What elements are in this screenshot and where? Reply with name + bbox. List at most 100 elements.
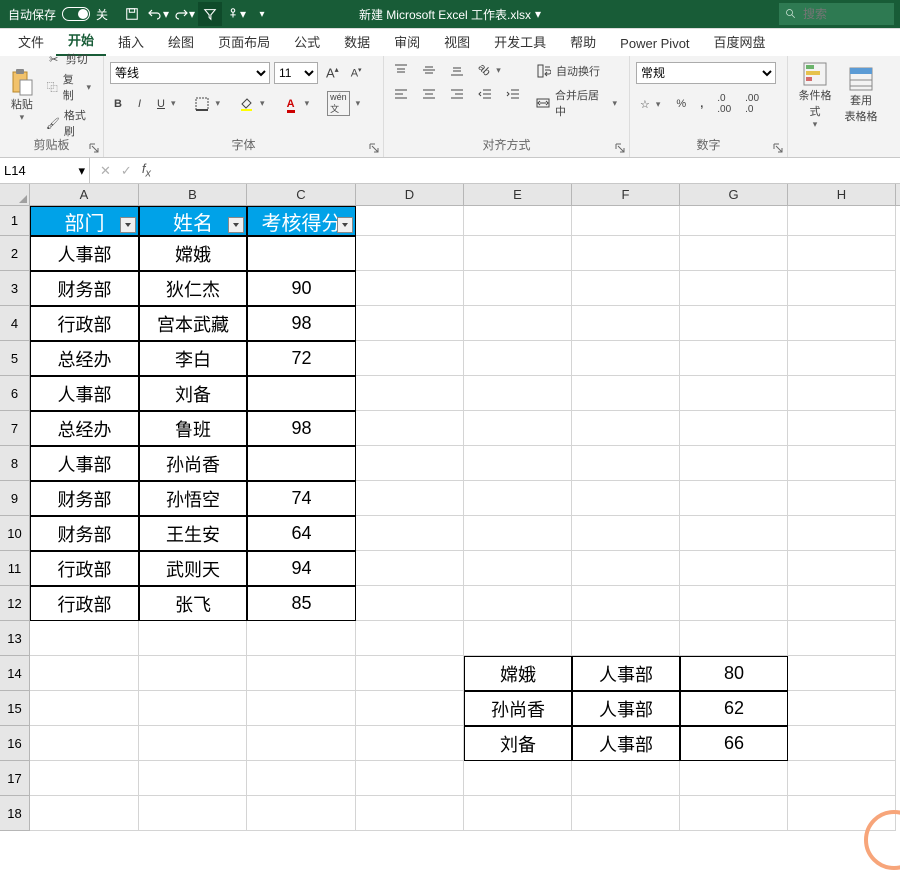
row-header-14[interactable]: 14 [0, 656, 29, 691]
tab-review[interactable]: 审阅 [382, 27, 432, 56]
phonetic-button[interactable]: wén文▾ [323, 90, 366, 117]
cell-B12[interactable]: 张飞 [139, 586, 247, 621]
cell-C13[interactable] [247, 621, 356, 656]
cell-F12[interactable] [572, 586, 680, 621]
cell-E5[interactable] [464, 341, 572, 376]
align-left-button[interactable] [390, 86, 412, 102]
align-middle-button[interactable] [418, 62, 440, 78]
cell-F9[interactable] [572, 481, 680, 516]
tab-data[interactable]: 数据 [332, 27, 382, 56]
cell-D13[interactable] [356, 621, 464, 656]
cell-C4[interactable]: 98 [247, 306, 356, 341]
cell-D8[interactable] [356, 446, 464, 481]
font-launcher[interactable] [367, 141, 381, 155]
cell-G9[interactable] [680, 481, 788, 516]
number-launcher[interactable] [771, 141, 785, 155]
cell-D18[interactable] [356, 796, 464, 831]
cell-B8[interactable]: 孙尚香 [139, 446, 247, 481]
cell-G18[interactable] [680, 796, 788, 831]
cell-F17[interactable] [572, 761, 680, 796]
italic-button[interactable]: I [134, 97, 145, 111]
cell-A5[interactable]: 总经办 [30, 341, 139, 376]
cell-E13[interactable] [464, 621, 572, 656]
cell-B6[interactable]: 刘备 [139, 376, 247, 411]
format-painter-button[interactable]: 🖌格式刷 [42, 106, 97, 140]
qat-customize[interactable]: ▾ [250, 2, 274, 26]
cell-D9[interactable] [356, 481, 464, 516]
cell-H12[interactable] [788, 586, 896, 621]
save-button[interactable] [120, 2, 144, 26]
cell-D1[interactable] [356, 206, 464, 236]
touch-mode-button[interactable]: ▾ [224, 2, 248, 26]
cell-B17[interactable] [139, 761, 247, 796]
cell-E7[interactable] [464, 411, 572, 446]
cell-D16[interactable] [356, 726, 464, 761]
cell-A3[interactable]: 财务部 [30, 271, 139, 306]
cell-F11[interactable] [572, 551, 680, 586]
tab-insert[interactable]: 插入 [106, 27, 156, 56]
row-header-16[interactable]: 16 [0, 726, 29, 761]
row-header-13[interactable]: 13 [0, 621, 29, 656]
cell-D7[interactable] [356, 411, 464, 446]
col-header-F[interactable]: F [572, 184, 680, 205]
search-input[interactable] [803, 7, 873, 21]
fx-button[interactable]: fx [142, 161, 151, 180]
chevron-down-icon[interactable]: ▾ [78, 163, 85, 179]
cell-C8[interactable] [247, 446, 356, 481]
cell-C14[interactable] [247, 656, 356, 691]
filter-dropdown-name[interactable] [228, 217, 244, 233]
cell-A14[interactable] [30, 656, 139, 691]
cell-D2[interactable] [356, 236, 464, 271]
cell-A18[interactable] [30, 796, 139, 831]
row-header-17[interactable]: 17 [0, 761, 29, 796]
row-header-1[interactable]: 1 [0, 206, 29, 236]
cell-A17[interactable] [30, 761, 139, 796]
row-header-6[interactable]: 6 [0, 376, 29, 411]
cell-E1[interactable] [464, 206, 572, 236]
row-header-9[interactable]: 9 [0, 481, 29, 516]
cell-E2[interactable] [464, 236, 572, 271]
cell-A16[interactable] [30, 726, 139, 761]
bold-button[interactable]: B [110, 97, 126, 111]
fill-color-button[interactable]: ▾ [234, 95, 271, 113]
increase-indent-button[interactable] [502, 86, 524, 102]
cell-A8[interactable]: 人事部 [30, 446, 139, 481]
cell-B16[interactable] [139, 726, 247, 761]
cell-B5[interactable]: 李白 [139, 341, 247, 376]
cell-C6[interactable] [247, 376, 356, 411]
cell-C1[interactable]: 考核得分 [247, 206, 356, 236]
increase-decimal-button[interactable]: .0.00 [713, 92, 735, 116]
cell-C7[interactable]: 98 [247, 411, 356, 446]
tab-formulas[interactable]: 公式 [282, 27, 332, 56]
cell-C2[interactable] [247, 236, 356, 271]
cell-B15[interactable] [139, 691, 247, 726]
col-header-G[interactable]: G [680, 184, 788, 205]
cell-F7[interactable] [572, 411, 680, 446]
row-header-2[interactable]: 2 [0, 236, 29, 271]
cell-F4[interactable] [572, 306, 680, 341]
clipboard-launcher[interactable] [87, 141, 101, 155]
cell-C17[interactable] [247, 761, 356, 796]
cell-B1[interactable]: 姓名 [139, 206, 247, 236]
cell-D15[interactable] [356, 691, 464, 726]
cell-B4[interactable]: 宫本武藏 [139, 306, 247, 341]
cell-C16[interactable] [247, 726, 356, 761]
merge-center-button[interactable]: 合并后居中▾ [532, 86, 623, 120]
cell-A7[interactable]: 总经办 [30, 411, 139, 446]
cells-area[interactable]: 部门 姓名 考核得分 人事部嫦娥 财务部狄仁杰90 行政部宫本武藏98 总经办李… [30, 206, 900, 831]
cell-C18[interactable] [247, 796, 356, 831]
cell-C3[interactable]: 90 [247, 271, 356, 306]
align-top-button[interactable] [390, 62, 412, 78]
cell-B2[interactable]: 嫦娥 [139, 236, 247, 271]
filter-dropdown-dept[interactable] [120, 217, 136, 233]
cell-E3[interactable] [464, 271, 572, 306]
cell-F18[interactable] [572, 796, 680, 831]
cell-A12[interactable]: 行政部 [30, 586, 139, 621]
cell-D4[interactable] [356, 306, 464, 341]
cell-A15[interactable] [30, 691, 139, 726]
format-table-button[interactable]: 套用 表格格 [840, 60, 882, 130]
cell-B18[interactable] [139, 796, 247, 831]
cell-G3[interactable] [680, 271, 788, 306]
cell-G12[interactable] [680, 586, 788, 621]
align-center-button[interactable] [418, 86, 440, 102]
